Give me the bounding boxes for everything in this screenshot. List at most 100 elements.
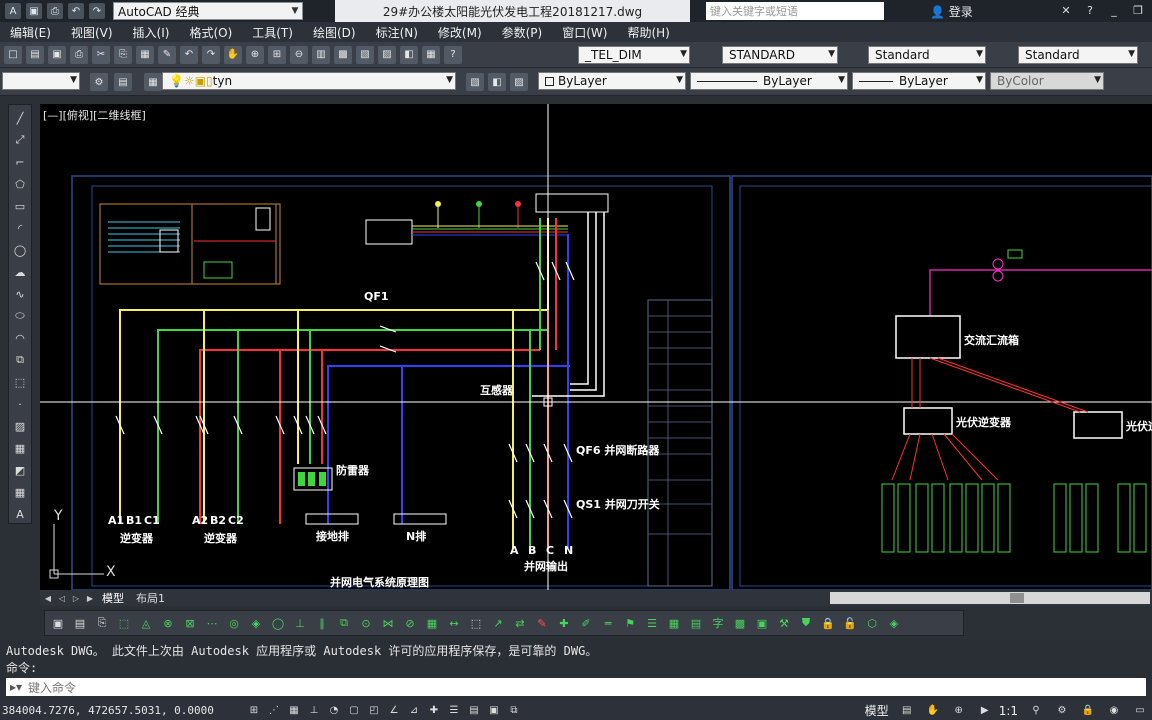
annotation-scale[interactable]: 1:1 xyxy=(999,704,1018,718)
center-icon[interactable]: ◎ xyxy=(225,614,243,632)
save-icon[interactable]: ▤ xyxy=(71,614,89,632)
endpoint-icon[interactable]: ⬚ xyxy=(115,614,133,632)
design-center-icon[interactable]: ▩ xyxy=(334,45,352,64)
snap-mode-icon[interactable]: ⋰ xyxy=(266,702,282,718)
minimize-icon[interactable]: _ xyxy=(1106,2,1122,18)
text-icon[interactable]: 字 xyxy=(709,614,727,632)
restore-icon[interactable]: ❐ xyxy=(1130,2,1146,18)
none-snap-icon[interactable]: ⊘ xyxy=(401,614,419,632)
selection-cycling-icon[interactable]: ⧉ xyxy=(506,702,522,718)
construction-line-icon[interactable]: ⤢ xyxy=(11,131,29,149)
last-tab-icon[interactable]: ▶ xyxy=(84,592,96,604)
pan-icon[interactable]: ✋ xyxy=(925,703,941,719)
workspace-settings-icon[interactable]: ⚙ xyxy=(90,73,108,91)
osnap-settings-icon[interactable]: ▦ xyxy=(423,614,441,632)
workspace-combo[interactable]: ▼ xyxy=(2,72,80,90)
match-properties-icon[interactable]: ✎ xyxy=(158,45,176,64)
menu-tools[interactable]: 工具(T) xyxy=(242,24,293,41)
save-icon[interactable]: ▣ xyxy=(26,3,42,19)
zoom-realtime-icon[interactable]: ⊕ xyxy=(246,45,264,64)
spline-icon[interactable]: ∿ xyxy=(11,285,29,303)
cube-icon[interactable]: ⬡ xyxy=(863,614,881,632)
rectangle-icon[interactable]: ▭ xyxy=(11,197,29,215)
line-dim-icon[interactable]: ↔ xyxy=(445,614,463,632)
nearest-icon[interactable]: ⋈ xyxy=(379,614,397,632)
tab-layout1[interactable]: 布局1 xyxy=(130,590,171,606)
dynamic-input-icon[interactable]: ✚ xyxy=(426,702,442,718)
table-icon[interactable]: ▤ xyxy=(687,614,705,632)
scrollbar-thumb[interactable] xyxy=(1010,593,1024,603)
tool-palettes-icon[interactable]: ▧ xyxy=(356,45,374,64)
sheet-set-icon[interactable]: ▨ xyxy=(378,45,396,64)
tag-icon[interactable]: ⚑ xyxy=(621,614,639,632)
calculator-icon[interactable]: ▦ xyxy=(422,45,440,64)
3d-osnap-icon[interactable]: ◰ xyxy=(366,702,382,718)
coordinate-readout[interactable]: 384004.7276, 472657.5031, 0.0000 xyxy=(2,704,242,717)
menu-insert[interactable]: 插入(I) xyxy=(123,24,170,41)
menu-help[interactable]: 帮助(H) xyxy=(617,24,669,41)
workspace-select[interactable]: AutoCAD 经典 ▼ xyxy=(113,2,303,20)
menu-edit[interactable]: 编辑(E) xyxy=(0,24,51,41)
save-icon[interactable]: ▣ xyxy=(48,45,66,64)
diamond-icon[interactable]: ◈ xyxy=(885,614,903,632)
grid-display-icon[interactable]: ▦ xyxy=(286,702,302,718)
print-icon[interactable]: ⎙ xyxy=(47,3,63,19)
polar-tracking-icon[interactable]: ◔ xyxy=(326,702,342,718)
lineweight-icon[interactable]: ☰ xyxy=(446,702,462,718)
image-icon[interactable]: ▣ xyxy=(753,614,771,632)
ladder-icon[interactable]: ☰ xyxy=(643,614,661,632)
login-button[interactable]: 👤 登录 xyxy=(930,3,973,20)
ellipse-icon[interactable]: ⬭ xyxy=(11,307,29,325)
linetype-select[interactable]: ByLayer ▼ xyxy=(690,72,848,90)
multiline-text-icon[interactable]: A xyxy=(11,505,29,523)
prev-tab-icon[interactable]: ◁ xyxy=(56,592,68,604)
lineweight-select[interactable]: ByLayer ▼ xyxy=(852,72,986,90)
workspace-switch-icon[interactable]: ⚙ xyxy=(1054,703,1070,719)
parallel-icon[interactable]: ∥ xyxy=(313,614,331,632)
color-select[interactable]: ByLayer ▼ xyxy=(538,72,686,90)
paint-icon[interactable]: ⛊ xyxy=(797,614,815,632)
annotation-visibility-icon[interactable]: ⚲ xyxy=(1028,703,1044,719)
help-icon[interactable]: ? xyxy=(444,45,462,64)
otrack-icon[interactable]: ∠ xyxy=(386,702,402,718)
next-tab-icon[interactable]: ▷ xyxy=(70,592,82,604)
layer-properties-icon[interactable]: ▦ xyxy=(144,73,162,91)
arc-icon[interactable]: ◜ xyxy=(11,219,29,237)
redo-icon[interactable]: ↷ xyxy=(202,45,220,64)
help-search-input[interactable]: 键入关键字或短语 xyxy=(706,2,884,20)
midpoint-icon[interactable]: ◬ xyxy=(137,614,155,632)
grid-icon[interactable]: ▦ xyxy=(665,614,683,632)
region-icon[interactable]: ◩ xyxy=(11,461,29,479)
fill-icon[interactable]: ▩ xyxy=(731,614,749,632)
command-input[interactable]: ▸▾ 键入命令 xyxy=(6,678,1146,696)
table-style-select[interactable]: Standard ▼ xyxy=(868,46,986,64)
exchange-icon[interactable]: ✕ xyxy=(1058,2,1074,18)
apparent-intersection-icon[interactable]: ⊠ xyxy=(181,614,199,632)
undo-icon[interactable]: ↶ xyxy=(68,3,84,19)
intersection-icon[interactable]: ⊗ xyxy=(159,614,177,632)
menu-window[interactable]: 窗口(W) xyxy=(552,24,607,41)
paste-icon[interactable]: ▦ xyxy=(136,45,154,64)
plotstyle-select[interactable]: ByColor ▼ xyxy=(990,72,1104,90)
app-menu-icon[interactable]: A xyxy=(5,3,21,19)
horizontal-scrollbar[interactable] xyxy=(830,592,1150,604)
menu-dimension[interactable]: 标注(N) xyxy=(366,24,418,41)
pan-icon[interactable]: ✋ xyxy=(224,45,242,64)
extension-icon[interactable]: ⋯ xyxy=(203,614,221,632)
ortho-mode-icon[interactable]: ⊥ xyxy=(306,702,322,718)
tab-model[interactable]: 模型 xyxy=(96,590,130,606)
menu-view[interactable]: 视图(V) xyxy=(61,24,113,41)
menu-format[interactable]: 格式(O) xyxy=(179,24,232,41)
infer-constraints-icon[interactable]: ⊞ xyxy=(246,702,262,718)
plot-icon[interactable]: ⎙ xyxy=(70,45,88,64)
insert-block-icon[interactable]: ⧉ xyxy=(11,351,29,369)
toolbar-lock-icon[interactable]: 🔒 xyxy=(1080,703,1096,719)
new-icon[interactable]: □ xyxy=(4,45,22,64)
undo-icon[interactable]: ↶ xyxy=(180,45,198,64)
menu-draw[interactable]: 绘图(D) xyxy=(303,24,356,41)
pencil-icon[interactable]: ✎ xyxy=(533,614,551,632)
tangent-icon[interactable]: ◯ xyxy=(269,614,287,632)
redo-icon[interactable]: ↷ xyxy=(89,3,105,19)
leader-icon[interactable]: ↗ xyxy=(489,614,507,632)
perpendicular-icon[interactable]: ⊥ xyxy=(291,614,309,632)
